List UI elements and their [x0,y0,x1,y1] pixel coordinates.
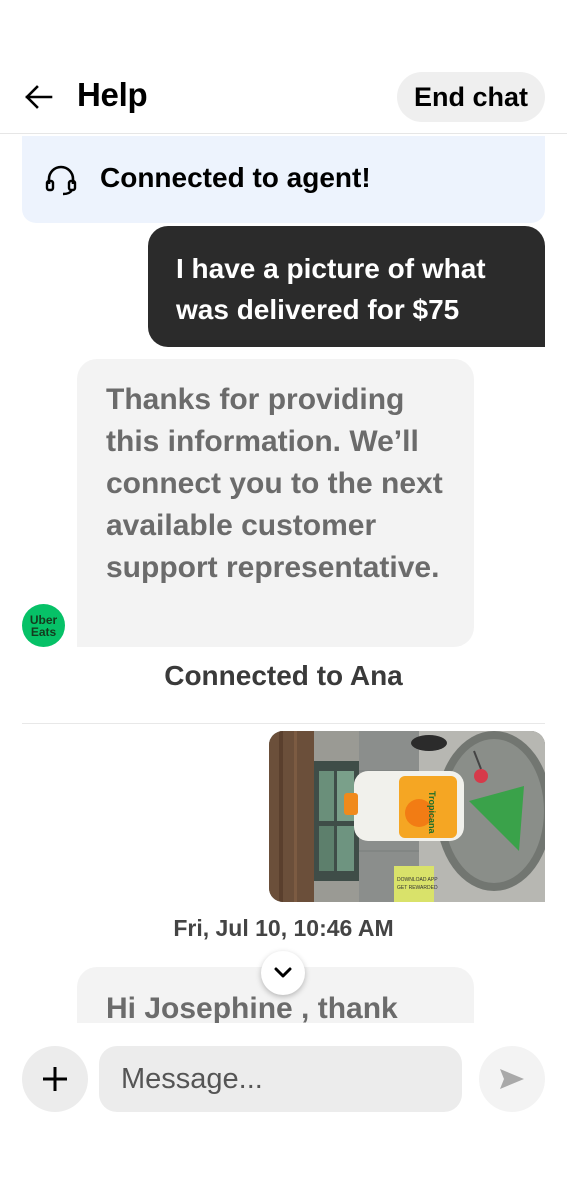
bot-message-bubble: Thanks for providing this information. W… [77,359,474,647]
end-chat-button[interactable]: End chat [396,72,545,122]
page-title: Help [77,76,148,113]
arrow-left-icon [25,85,53,109]
headset-icon [45,165,77,196]
send-button[interactable] [479,1046,545,1112]
user-message-bubble: I have a picture of what was delivered f… [148,226,545,347]
sign-text-1: DOWNLOAD APP [397,877,438,883]
agent-connected-banner: Connected to agent! [22,136,545,223]
agent-banner-text: Connected to agent! [100,162,371,193]
uber-eats-avatar: Uber Eats [22,604,65,647]
plus-icon [43,1067,67,1091]
divider [22,723,545,724]
back-button[interactable] [22,80,56,114]
chevron-down-icon [274,967,292,978]
sign-text-2: GET REWARDED [397,885,438,891]
send-icon [500,1069,524,1089]
avatar-line-1: Uber [29,612,58,627]
photo-attachment[interactable]: DOWNLOAD APP GET REWARDED Tropicana [269,731,545,902]
bottle-brand: Tropicana [427,791,437,835]
message-timestamp: Fri, Jul 10, 10:46 AM [173,915,394,941]
message-input[interactable] [99,1046,462,1112]
avatar-line-2: Eats [30,624,57,639]
scroll-down-button[interactable] [261,951,305,995]
add-attachment-button[interactable] [22,1046,88,1112]
delivery-photo: DOWNLOAD APP GET REWARDED Tropicana [269,731,545,902]
chat-header: Help End chat [0,60,567,134]
message-composer [0,1024,567,1200]
system-message: Connected to Ana [164,660,403,691]
